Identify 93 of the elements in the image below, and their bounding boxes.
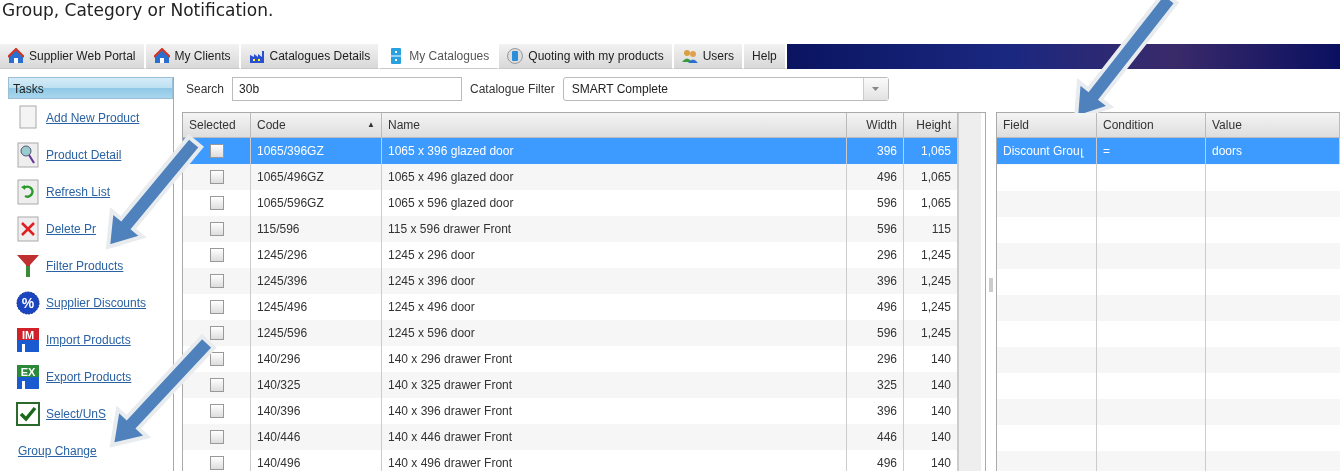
table-cell: 140 <box>904 372 958 398</box>
table-cell: doors <box>1206 138 1340 164</box>
checkbox[interactable] <box>209 170 224 184</box>
table-cell: 1245/396 <box>251 268 382 294</box>
task-link[interactable]: Add New Product <box>46 108 140 127</box>
tab[interactable]: Supplier Web Portal <box>0 44 146 69</box>
table-cell: 1245/596 <box>251 320 382 346</box>
checkbox[interactable] <box>209 352 224 366</box>
table-cell: 596 <box>847 320 904 346</box>
column-header[interactable]: Condition <box>1097 113 1206 138</box>
column-header[interactable]: Field <box>997 113 1097 138</box>
table-cell: 115 <box>904 216 958 242</box>
checkbox[interactable] <box>209 222 224 236</box>
table-cell: 1065 x 496 glazed door <box>382 164 847 190</box>
percent-icon: % <box>16 289 40 316</box>
search-label: Search <box>186 81 225 98</box>
house-icon <box>8 48 24 64</box>
checkbox[interactable] <box>209 144 224 158</box>
task-link[interactable]: Group Change <box>18 441 97 460</box>
column-header[interactable]: Selected <box>183 113 251 138</box>
checkbox[interactable] <box>209 430 224 444</box>
table-cell: 115 x 596 drawer Front <box>382 216 847 242</box>
refresh-icon <box>16 178 40 205</box>
table-cell: 1,245 <box>904 320 958 346</box>
table-cell: 1,245 <box>904 268 958 294</box>
table-cell: 496 <box>847 450 904 471</box>
column-header[interactable]: Height <box>904 113 958 138</box>
house-icon <box>153 48 170 64</box>
checkbox[interactable] <box>209 326 224 340</box>
task-link[interactable]: Filter Products <box>46 256 124 275</box>
table-cell: 446 <box>847 424 904 450</box>
table-cell: 1245 x 396 door <box>382 268 847 294</box>
filter-label: Catalogue Filter <box>470 81 555 98</box>
column-header[interactable]: Value <box>1206 113 1340 138</box>
tab[interactable]: Help <box>744 44 787 69</box>
checkbox[interactable] <box>209 300 224 314</box>
task-link[interactable]: Import Products <box>46 330 131 349</box>
checkbox[interactable] <box>209 404 224 418</box>
checkbox[interactable] <box>209 378 224 392</box>
task-link[interactable]: Export Products <box>46 367 132 386</box>
checkbox[interactable] <box>209 456 224 470</box>
table-cell: Discount Grouլ <box>997 138 1097 164</box>
tab[interactable]: Users <box>673 44 745 69</box>
table-cell: 396 <box>847 268 904 294</box>
table-cell: 1065/396GZ <box>251 138 382 164</box>
table-cell: 325 <box>847 372 904 398</box>
scrollbar[interactable] <box>958 113 981 471</box>
factory-icon <box>248 48 265 64</box>
checkbox[interactable] <box>209 248 224 262</box>
table-cell: 1,065 <box>904 138 958 164</box>
caption-text: Group, Category or Notification. <box>1 0 275 20</box>
document-icon <box>16 104 40 131</box>
tab[interactable]: Quoting with my products <box>499 44 674 69</box>
search-field[interactable]: 30b <box>232 77 463 101</box>
table-cell: 140 x 496 drawer Front <box>382 450 847 471</box>
table-cell: 140 x 325 drawer Front <box>382 372 847 398</box>
column-header[interactable]: Code ▲ <box>251 113 382 138</box>
tab[interactable]: Catalogues Details <box>240 44 381 69</box>
table-cell: 396 <box>847 138 904 164</box>
funnel-icon <box>16 252 40 279</box>
task-link[interactable]: Refresh List <box>46 182 111 201</box>
table-cell: 496 <box>847 164 904 190</box>
table-cell: = <box>1097 138 1206 164</box>
task-link[interactable]: Supplier Discounts <box>46 293 147 312</box>
table-cell: 1245 x 596 door <box>382 320 847 346</box>
column-header[interactable]: Width <box>847 113 904 138</box>
table-cell: 140/325 <box>251 372 382 398</box>
people-icon <box>681 48 698 64</box>
table-cell: 140/496 <box>251 450 382 471</box>
table-cell: 115/596 <box>251 216 382 242</box>
table-cell: 140 <box>904 424 958 450</box>
table-cell: 1065/496GZ <box>251 164 382 190</box>
checkbox-icon <box>16 400 40 427</box>
dropdown-arrow-icon[interactable] <box>872 87 880 91</box>
checkbox[interactable] <box>209 274 224 288</box>
table-cell: 140 x 446 drawer Front <box>382 424 847 450</box>
column-header[interactable]: Name <box>382 113 847 138</box>
task-link[interactable]: Product Detail <box>46 145 122 164</box>
table-cell: 1,065 <box>904 164 958 190</box>
table-cell: 140 <box>904 450 958 471</box>
table-cell: 1065 x 396 glazed door <box>382 138 847 164</box>
catalogue-filter-dropdown[interactable]: SMART Complete <box>562 77 889 101</box>
disc-icon <box>507 48 524 64</box>
panel-header: Tasks <box>8 77 173 99</box>
checkbox[interactable] <box>209 196 224 210</box>
task-link[interactable]: Delete Pr <box>46 219 97 238</box>
splitter-grip-icon[interactable] <box>989 277 993 292</box>
tab[interactable]: My Clients <box>145 44 241 69</box>
delete-icon <box>16 215 40 242</box>
task-link[interactable]: Select/UnS <box>46 404 107 423</box>
table-cell: 596 <box>847 216 904 242</box>
magnifier-icon <box>16 141 40 168</box>
table-cell: 140/446 <box>251 424 382 450</box>
